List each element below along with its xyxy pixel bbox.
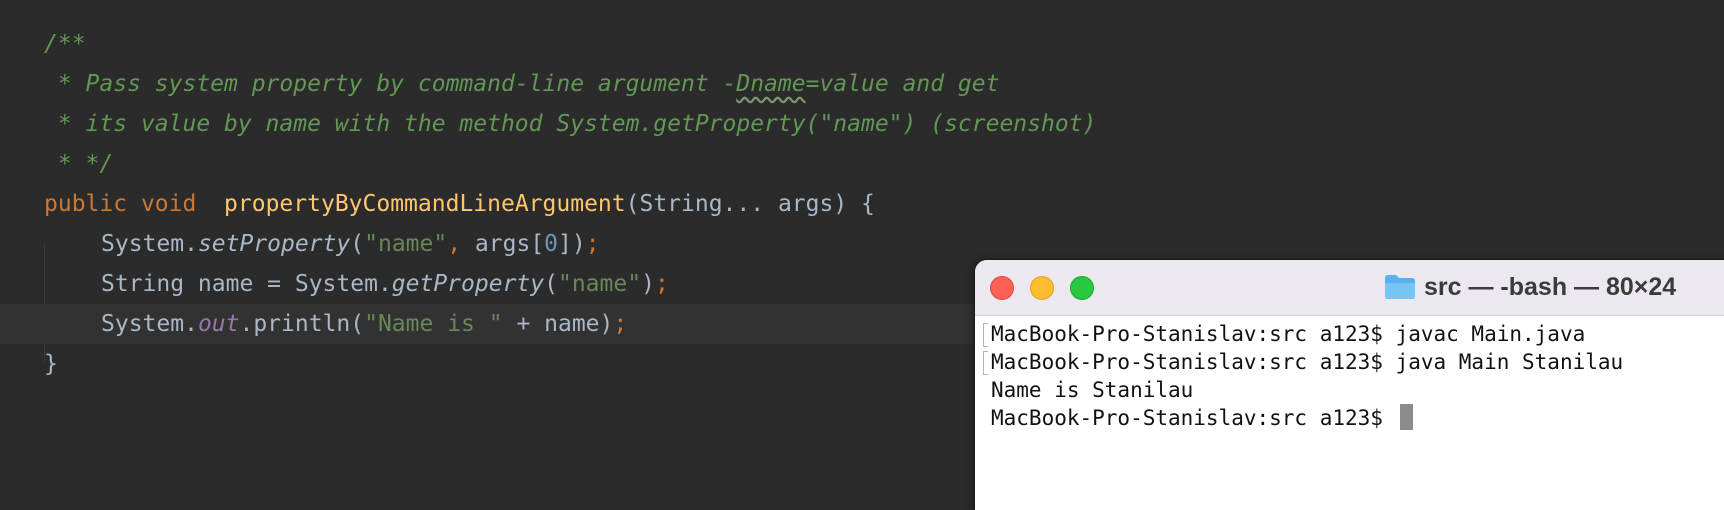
terminal-line: MacBook-Pro-Stanislav:src a123$ javac Ma… <box>983 320 1585 348</box>
terminal-window[interactable]: src — -bash — 80×24 MacBook-Pro-Stanisla… <box>975 260 1724 510</box>
code-line[interactable]: * Pass system property by command-line a… <box>0 64 1724 104</box>
doc-comment-open: /** <box>44 31 86 57</box>
doc-comment-line: * its value by name with the method Syst… <box>44 111 1097 137</box>
terminal-titlebar[interactable]: src — -bash — 80×24 <box>975 260 1724 316</box>
code-line[interactable]: * */ <box>0 144 1724 184</box>
terminal-prompt-line[interactable]: MacBook-Pro-Stanislav:src a123$ <box>983 404 1413 432</box>
doc-comment-close: * */ <box>44 151 114 177</box>
method-name: propertyByCommandLineArgument <box>224 191 626 217</box>
code-line[interactable]: * its value by name with the method Syst… <box>0 104 1724 144</box>
statement-println: System.out.println("Name is " + name); <box>101 311 628 337</box>
minimize-icon[interactable] <box>1030 276 1054 300</box>
statement-set-property: System.setProperty("name", args[0]); <box>101 231 600 257</box>
closing-brace: } <box>44 351 58 377</box>
terminal-cursor <box>1399 404 1413 430</box>
statement-get-property: String name = System.getProperty("name")… <box>101 271 669 297</box>
terminal-line: MacBook-Pro-Stanislav:src a123$ java Mai… <box>983 348 1623 376</box>
zoom-icon[interactable] <box>1070 276 1094 300</box>
close-icon[interactable] <box>990 276 1014 300</box>
folder-icon <box>1385 275 1415 299</box>
code-line[interactable]: /** <box>0 24 1724 64</box>
method-signature: public void propertyByCommandLineArgumen… <box>44 191 875 217</box>
terminal-line: Name is Stanilau <box>991 378 1194 402</box>
code-line[interactable]: System.setProperty("name", args[0]); <box>0 224 1724 264</box>
code-line[interactable]: public void propertyByCommandLineArgumen… <box>0 184 1724 224</box>
terminal-title: src — -bash — 80×24 <box>1424 273 1677 301</box>
typo-warning: Dname <box>736 71 806 97</box>
doc-comment-line: * Pass system property by command-line a… <box>44 71 1000 97</box>
